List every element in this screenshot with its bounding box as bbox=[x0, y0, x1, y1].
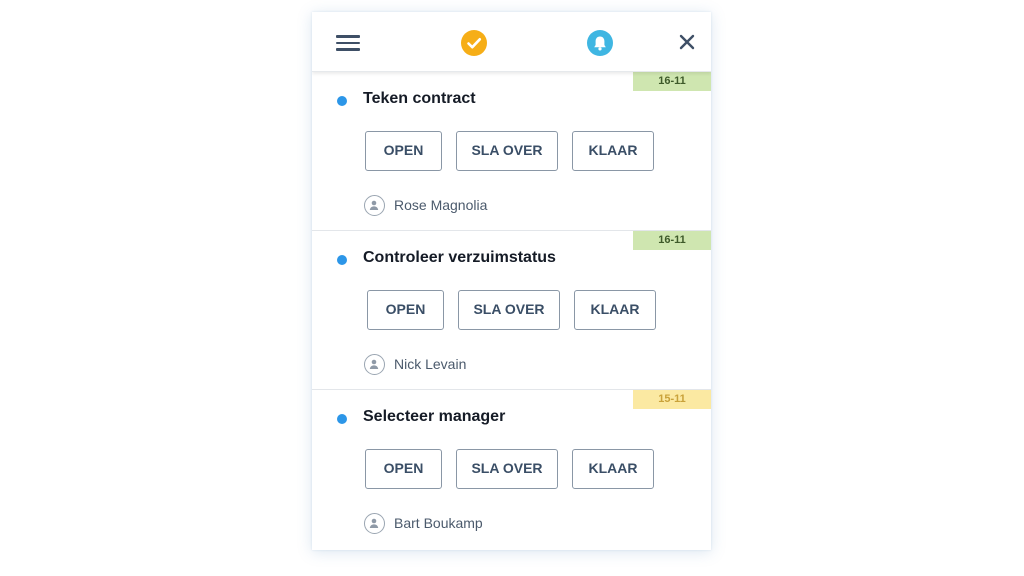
status-dot bbox=[337, 414, 347, 424]
user-avatar-icon bbox=[364, 354, 385, 375]
task-title: Controleer verzuimstatus bbox=[363, 249, 556, 266]
check-circle-icon[interactable] bbox=[461, 30, 487, 56]
skip-button[interactable]: SLA OVER bbox=[458, 290, 560, 330]
status-dot bbox=[337, 255, 347, 265]
task-title: Teken contract bbox=[363, 90, 476, 107]
user-avatar-icon bbox=[364, 195, 385, 216]
skip-button[interactable]: SLA OVER bbox=[456, 449, 558, 489]
task-title: Selecteer manager bbox=[363, 408, 506, 425]
open-button[interactable]: OPEN bbox=[365, 131, 442, 171]
date-badge: 15-11 bbox=[633, 390, 711, 409]
task-item: 15-11 Selecteer manager OPEN SLA OVER KL… bbox=[312, 390, 711, 549]
assignee-name: Rose Magnolia bbox=[394, 197, 488, 213]
user-avatar-icon bbox=[364, 513, 385, 534]
hamburger-menu-icon[interactable] bbox=[336, 34, 360, 52]
date-badge: 16-11 bbox=[633, 72, 711, 91]
skip-button[interactable]: SLA OVER bbox=[456, 131, 558, 171]
close-icon[interactable] bbox=[678, 33, 696, 51]
assignee-name: Nick Levain bbox=[394, 356, 467, 372]
open-button[interactable]: OPEN bbox=[367, 290, 444, 330]
open-button[interactable]: OPEN bbox=[365, 449, 442, 489]
done-button[interactable]: KLAAR bbox=[574, 290, 656, 330]
status-dot bbox=[337, 96, 347, 106]
done-button[interactable]: KLAAR bbox=[572, 449, 654, 489]
done-button[interactable]: KLAAR bbox=[572, 131, 654, 171]
top-bar bbox=[312, 12, 711, 72]
date-badge: 16-11 bbox=[633, 231, 711, 250]
task-panel: 16-11 Teken contract OPEN SLA OVER KLAAR… bbox=[312, 12, 711, 550]
task-item: 16-11 Controleer verzuimstatus OPEN SLA … bbox=[312, 231, 711, 390]
bell-icon[interactable] bbox=[587, 30, 613, 56]
assignee-name: Bart Boukamp bbox=[394, 515, 483, 531]
task-item: 16-11 Teken contract OPEN SLA OVER KLAAR… bbox=[312, 72, 711, 231]
